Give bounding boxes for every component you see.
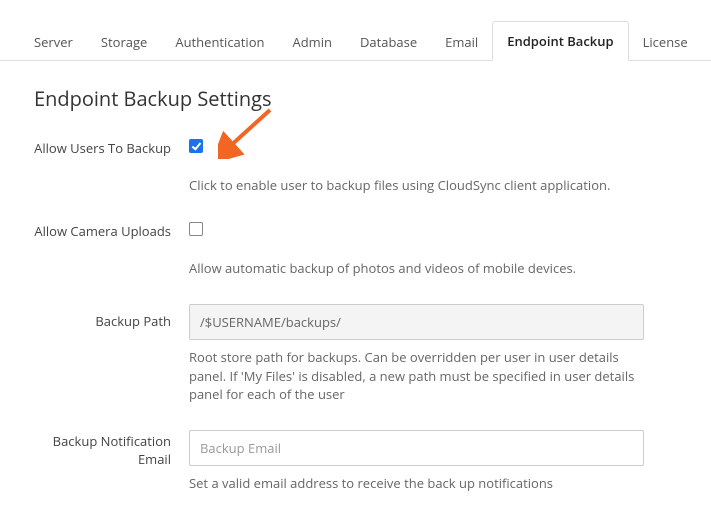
checkbox-allow-backup[interactable] xyxy=(189,139,203,153)
page-title: Endpoint Backup Settings xyxy=(0,61,711,116)
checkbox-camera-uploads[interactable] xyxy=(189,222,203,236)
tab-database[interactable]: Database xyxy=(346,23,431,61)
input-backup-path[interactable] xyxy=(189,304,644,340)
row-camera-uploads: Allow Camera Uploads Allow automatic bac… xyxy=(34,207,677,290)
label-backup-path: Backup Path xyxy=(34,304,189,331)
label-camera-uploads: Allow Camera Uploads xyxy=(34,221,189,241)
desc-notif-email: Set a valid email address to receive the… xyxy=(189,466,649,493)
row-notif-email: Backup Notification Email Set a valid em… xyxy=(34,416,677,505)
label-allow-backup: Allow Users To Backup xyxy=(34,138,189,158)
tab-authentication[interactable]: Authentication xyxy=(161,23,278,61)
settings-form: Allow Users To Backup Click to enable us… xyxy=(0,116,711,505)
tab-endpoint-backup[interactable]: Endpoint Backup xyxy=(492,21,628,61)
tab-license[interactable]: License xyxy=(629,23,702,61)
tab-email[interactable]: Email xyxy=(431,23,492,61)
tab-storage[interactable]: Storage xyxy=(87,23,161,61)
label-notif-email: Backup Notification Email xyxy=(34,430,189,468)
desc-allow-backup: Click to enable user to backup files usi… xyxy=(189,156,649,195)
desc-camera-uploads: Allow automatic backup of photos and vid… xyxy=(189,239,649,278)
tab-server[interactable]: Server xyxy=(20,23,87,61)
tab-admin[interactable]: Admin xyxy=(279,23,346,61)
row-allow-backup: Allow Users To Backup Click to enable us… xyxy=(34,124,677,207)
row-backup-path: Backup Path Root store path for backups.… xyxy=(34,290,677,417)
tab-bar: Server Storage Authentication Admin Data… xyxy=(0,0,711,61)
input-notif-email[interactable] xyxy=(189,430,644,466)
desc-backup-path: Root store path for backups. Can be over… xyxy=(189,340,649,405)
